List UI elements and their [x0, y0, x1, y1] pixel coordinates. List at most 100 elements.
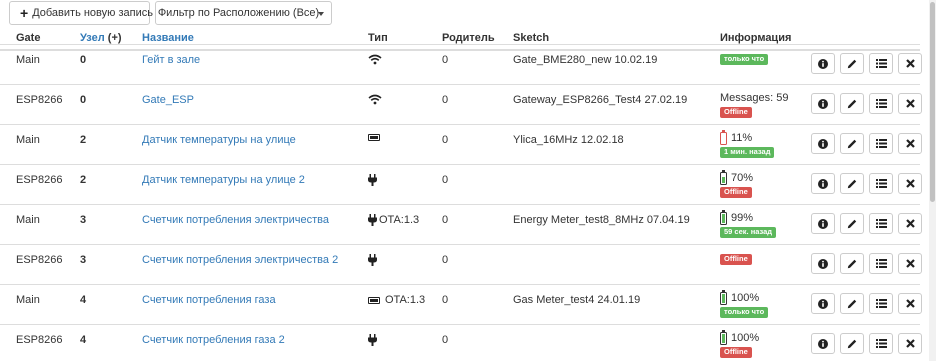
info-button[interactable]	[811, 53, 835, 74]
list-button[interactable]	[869, 333, 893, 354]
status-badge: Offline	[720, 347, 752, 358]
delete-button[interactable]	[898, 293, 922, 314]
info-button[interactable]	[811, 133, 835, 154]
cell-name-link[interactable]: Счетчик потребления электричества	[142, 214, 329, 226]
add-record-button[interactable]: + Добавить новую запись	[9, 1, 153, 25]
row-actions	[811, 253, 922, 274]
column-info: Информация	[720, 32, 792, 44]
delete-button[interactable]	[898, 173, 922, 194]
close-icon	[905, 59, 915, 68]
delete-button[interactable]	[898, 213, 922, 234]
list-button[interactable]	[869, 173, 893, 194]
row-actions	[811, 213, 922, 234]
battery-percent: 70%	[731, 172, 754, 184]
info-button[interactable]	[811, 213, 835, 234]
edit-button[interactable]	[840, 133, 864, 154]
cell-sketch: Gas Meter_test4 24.01.19	[513, 294, 641, 306]
close-icon	[905, 179, 915, 188]
list-icon	[875, 259, 887, 268]
scrollbar-thumb[interactable]	[930, 2, 935, 202]
cell-name-link[interactable]: Счетчик потребления газа	[142, 294, 276, 306]
list-icon	[875, 59, 887, 68]
cell-name-link[interactable]: Датчик температуры на улице 2	[142, 174, 305, 186]
cell-parent: 0	[442, 134, 449, 146]
battery-percent: 99%	[731, 212, 754, 224]
plus-icon: +	[20, 5, 29, 21]
pencil-icon	[847, 59, 857, 69]
list-button[interactable]	[869, 133, 893, 154]
close-icon	[905, 139, 915, 148]
column-node-label[interactable]: Узел	[80, 32, 105, 44]
cell-parent: 0	[442, 54, 449, 66]
column-name[interactable]: Название	[142, 32, 194, 44]
edit-button[interactable]	[840, 213, 864, 234]
table-row: Main 3 Счетчик потребления электричества OT…	[0, 204, 922, 244]
info-icon	[818, 218, 828, 229]
delete-button[interactable]	[898, 93, 922, 114]
battery-level-icon	[720, 170, 727, 185]
edit-button[interactable]	[840, 93, 864, 114]
delete-button[interactable]	[898, 53, 922, 74]
table-row: ESP8266 4 Счетчик потребления газа 2 0 100% O…	[0, 324, 922, 361]
table-row: ESP8266 2 Датчик температуры на улице 2 0 70…	[0, 164, 922, 204]
cell-name-link[interactable]: Счетчик потребления газа 2	[142, 334, 285, 346]
info-button[interactable]	[811, 333, 835, 354]
column-sketch: Sketch	[513, 32, 550, 44]
status-badge: Offline	[720, 187, 752, 198]
info-button[interactable]	[811, 93, 835, 114]
status-badge: 1 мин. назад	[720, 147, 775, 158]
cell-name-link[interactable]: Счетчик потребления электричества 2	[142, 254, 338, 266]
cell-gate: ESP8266	[16, 334, 63, 346]
scrollbar[interactable]	[929, 0, 936, 361]
close-icon	[905, 219, 915, 228]
info-button[interactable]	[811, 293, 835, 314]
pencil-icon	[847, 259, 857, 269]
list-button[interactable]	[869, 53, 893, 74]
cell-node: 0	[80, 54, 87, 66]
close-icon	[905, 339, 915, 348]
edit-button[interactable]	[840, 53, 864, 74]
edit-button[interactable]	[840, 293, 864, 314]
info-button[interactable]	[811, 173, 835, 194]
column-gate: Gate	[16, 32, 41, 44]
delete-button[interactable]	[898, 333, 922, 354]
delete-button[interactable]	[898, 133, 922, 154]
list-button[interactable]	[869, 93, 893, 114]
delete-button[interactable]	[898, 253, 922, 274]
list-icon	[875, 219, 887, 228]
info-button[interactable]	[811, 253, 835, 274]
list-button[interactable]	[869, 213, 893, 234]
cell-type: OTA:1.3	[368, 294, 425, 306]
location-filter-dropdown[interactable]: Фильтр по Расположению (Все)	[155, 1, 332, 25]
battery-percent: 100%	[731, 332, 760, 344]
row-actions	[811, 293, 922, 314]
cell-name-link[interactable]: Gate_ESP	[142, 94, 194, 106]
column-node-sort[interactable]: (+)	[108, 32, 122, 44]
battery-icon	[368, 296, 380, 304]
caret-down-icon	[318, 12, 324, 16]
wifi-icon	[368, 54, 382, 65]
cell-gate: ESP8266	[16, 94, 63, 106]
list-button[interactable]	[869, 293, 893, 314]
cell-info: 100% Offline	[720, 330, 760, 358]
table-row: ESP8266 0 Gate_ESP 0 Gateway_ESP8266_Test4 2…	[0, 84, 922, 124]
status-badge: только что	[720, 54, 769, 65]
cell-parent: 0	[442, 174, 449, 186]
edit-button[interactable]	[840, 333, 864, 354]
column-type: Тип	[368, 32, 388, 44]
edit-button[interactable]	[840, 253, 864, 274]
row-actions	[811, 53, 922, 74]
cell-info: только что	[720, 52, 769, 65]
edit-button[interactable]	[840, 173, 864, 194]
column-node[interactable]: Узел (+)	[80, 32, 122, 44]
cell-name-link[interactable]: Датчик температуры на улице	[142, 134, 296, 146]
cell-sketch: Gateway_ESP8266_Test4 27.02.19	[513, 94, 688, 106]
info-text: Messages: 59	[720, 92, 789, 104]
toolbar: + Добавить новую запись Фильтр по Распол…	[9, 1, 332, 25]
cell-name-link[interactable]: Гейт в зале	[142, 54, 200, 66]
plug-icon	[368, 214, 377, 226]
cell-type	[368, 94, 384, 105]
cell-parent: 0	[442, 294, 449, 306]
list-button[interactable]	[869, 253, 893, 274]
table-row: ESP8266 3 Счетчик потребления электричеств…	[0, 244, 922, 284]
